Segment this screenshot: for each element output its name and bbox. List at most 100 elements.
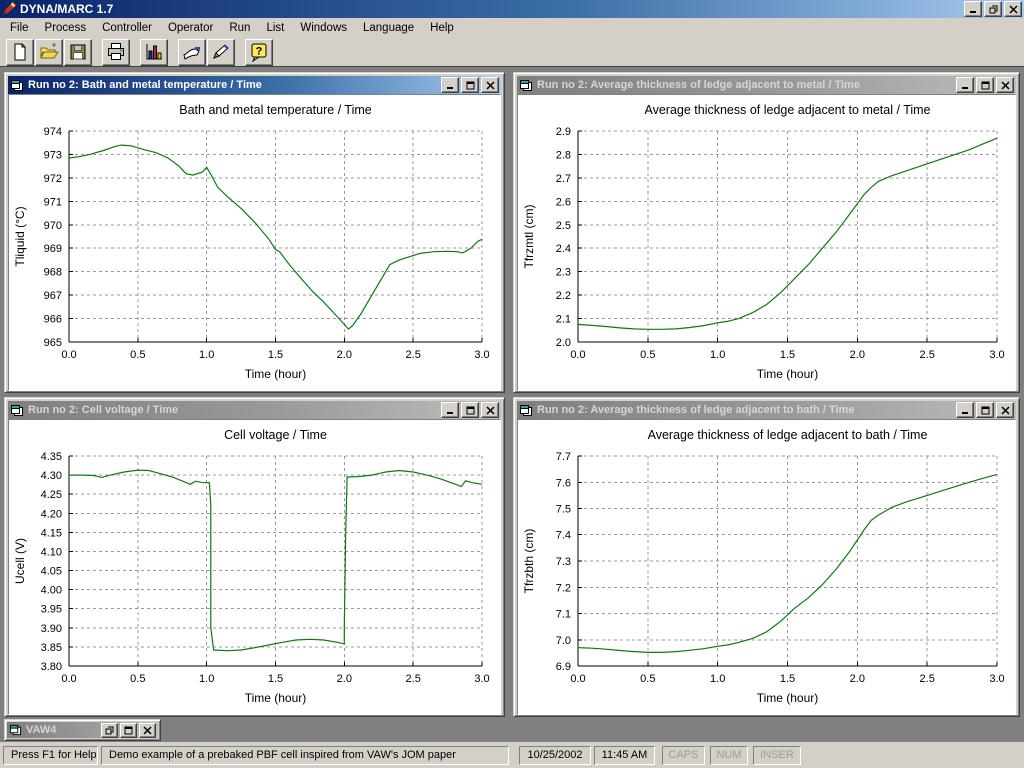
child-titlebar[interactable]: Run no 2: Average thickness of ledge adj… [517, 76, 1016, 94]
menu-run[interactable]: Run [221, 19, 258, 37]
menu-file[interactable]: File [2, 19, 37, 37]
status-caps-indicator: CAPS [662, 746, 705, 765]
save-button[interactable] [64, 39, 92, 66]
maximize-button[interactable] [120, 723, 137, 738]
svg-text:Tfrzmtl (cm): Tfrzmtl (cm) [522, 205, 536, 269]
new-button[interactable] [6, 39, 34, 66]
svg-text:2.0: 2.0 [850, 349, 865, 361]
hand-pen-icon [211, 42, 231, 62]
svg-text:7.2: 7.2 [556, 582, 571, 594]
close-button[interactable] [996, 77, 1014, 93]
maximize-button[interactable] [976, 402, 994, 418]
close-icon [1001, 406, 1010, 415]
svg-text:7.7: 7.7 [556, 451, 571, 463]
svg-text:0.5: 0.5 [640, 349, 655, 361]
svg-text:2.9: 2.9 [556, 126, 571, 138]
child-titlebar[interactable]: Run no 2: Cell voltage / Time [8, 401, 501, 419]
svg-text:3.90: 3.90 [41, 623, 62, 635]
svg-text:2.5: 2.5 [920, 349, 935, 361]
svg-text:968: 968 [44, 267, 62, 279]
close-button[interactable] [481, 77, 499, 93]
svg-text:1.0: 1.0 [199, 673, 214, 685]
chart-button[interactable] [140, 39, 168, 66]
svg-text:6.9: 6.9 [556, 661, 571, 673]
hand-pointer-button[interactable] [178, 39, 206, 66]
svg-text:1.0: 1.0 [199, 349, 214, 361]
svg-text:967: 967 [44, 290, 62, 302]
svg-text:2.5: 2.5 [406, 349, 421, 361]
chart-ledge-bath: 0.00.51.01.52.02.53.06.97.07.17.27.37.47… [518, 420, 1015, 714]
child-titlebar[interactable]: Run no 2: Bath and metal temperature / T… [8, 76, 501, 94]
svg-text:2.8: 2.8 [556, 149, 571, 161]
new-document-icon [10, 42, 30, 62]
menu-help[interactable]: Help [422, 19, 462, 37]
app-titlebar[interactable]: DYNA/MARC 1.7 [0, 0, 1024, 18]
restore-icon [105, 726, 114, 735]
minimized-window-vaw4: VAW4 [4, 719, 161, 741]
svg-text:2.4: 2.4 [556, 243, 571, 255]
open-button[interactable] [35, 39, 63, 66]
close-icon [486, 406, 495, 415]
menu-windows[interactable]: Windows [292, 19, 355, 37]
svg-text:Tliquid (°C): Tliquid (°C) [13, 206, 27, 266]
minimize-button[interactable] [441, 77, 459, 93]
chart-area: 0.00.51.01.52.02.53.06.97.07.17.27.37.47… [517, 419, 1016, 715]
minimize-icon [969, 5, 978, 14]
document-icon [519, 79, 533, 92]
child-titlebar[interactable]: VAW4 [7, 722, 158, 738]
menu-controller[interactable]: Controller [94, 19, 160, 37]
svg-text:0.0: 0.0 [570, 673, 585, 685]
print-button[interactable] [102, 39, 130, 66]
hand-pointer-icon [182, 42, 202, 62]
menu-bar: File Process Controller Operator Run Lis… [0, 18, 1024, 37]
minimize-button[interactable] [956, 402, 974, 418]
document-icon [519, 404, 533, 417]
svg-text:0.0: 0.0 [61, 673, 76, 685]
minimize-button[interactable] [441, 402, 459, 418]
maximize-icon [466, 406, 475, 415]
print-icon [106, 42, 126, 62]
help-button[interactable]: ? [245, 39, 273, 66]
svg-text:Tfrzbth (cm): Tfrzbth (cm) [522, 529, 536, 594]
svg-text:4.10: 4.10 [41, 547, 62, 559]
child-window-cell-voltage: Run no 2: Cell voltage / Time 0.00.51.01… [4, 397, 505, 717]
close-button[interactable] [996, 402, 1014, 418]
maximize-button[interactable] [461, 402, 479, 418]
restore-button[interactable] [101, 723, 118, 738]
svg-text:4.00: 4.00 [41, 585, 62, 597]
menu-language[interactable]: Language [355, 19, 422, 37]
svg-text:2.0: 2.0 [556, 337, 571, 349]
menu-operator[interactable]: Operator [160, 19, 221, 37]
close-button[interactable] [139, 723, 156, 738]
svg-text:3.85: 3.85 [41, 642, 62, 654]
close-icon [1001, 81, 1010, 90]
svg-text:2.7: 2.7 [556, 173, 571, 185]
svg-text:4.20: 4.20 [41, 508, 62, 520]
app-window: DYNA/MARC 1.7 File Process Controller Op… [0, 0, 1024, 768]
svg-text:2.6: 2.6 [556, 196, 571, 208]
chart-area: 0.00.51.01.52.02.53.02.02.12.22.32.42.52… [517, 94, 1016, 391]
svg-text:2.2: 2.2 [556, 290, 571, 302]
hand-pen-button[interactable] [207, 39, 235, 66]
svg-text:3.80: 3.80 [41, 661, 62, 673]
app-icon [2, 2, 16, 16]
menu-process[interactable]: Process [37, 19, 95, 37]
svg-text:969: 969 [44, 243, 62, 255]
svg-text:7.3: 7.3 [556, 556, 571, 568]
minimize-button[interactable] [956, 77, 974, 93]
child-titlebar[interactable]: Run no 2: Average thickness of ledge adj… [517, 401, 1016, 419]
minimize-button[interactable] [964, 1, 982, 17]
close-button[interactable] [1004, 1, 1022, 17]
child-window-title: Run no 2: Bath and metal temperature / T… [28, 79, 439, 91]
child-window-title: Run no 2: Cell voltage / Time [28, 404, 439, 416]
svg-text:3.95: 3.95 [41, 604, 62, 616]
svg-text:974: 974 [44, 126, 62, 138]
menu-list[interactable]: List [258, 19, 292, 37]
restore-button[interactable] [984, 1, 1002, 17]
svg-text:Time (hour): Time (hour) [757, 691, 819, 705]
maximize-button[interactable] [461, 77, 479, 93]
svg-text:7.0: 7.0 [556, 635, 571, 647]
maximize-button[interactable] [976, 77, 994, 93]
svg-text:4.05: 4.05 [41, 566, 62, 578]
close-button[interactable] [481, 402, 499, 418]
